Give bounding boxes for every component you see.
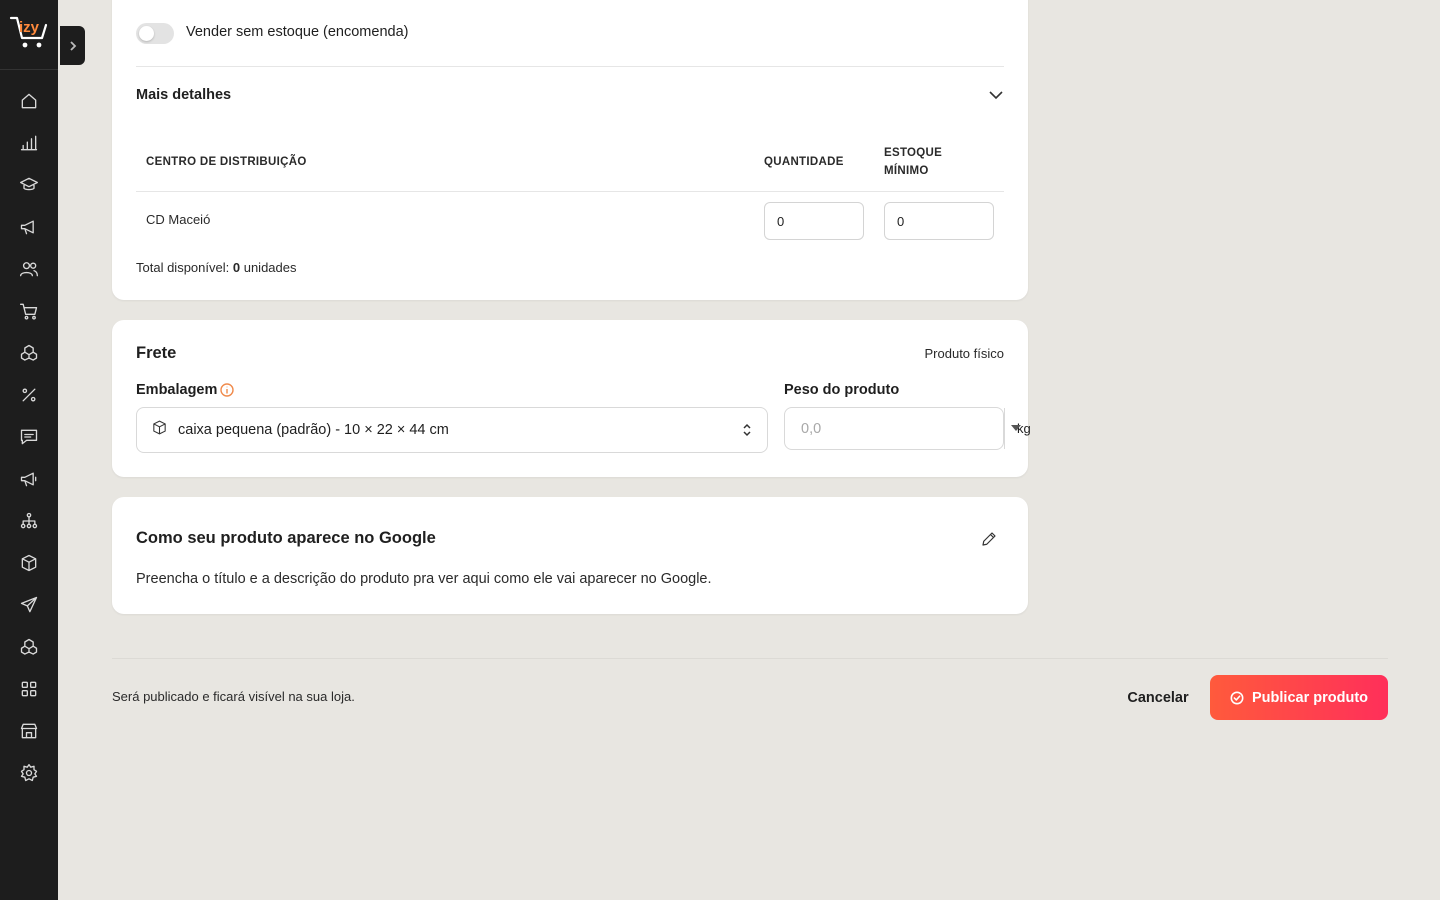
chevron-right-icon [69,40,76,51]
stock-card: Vender sem estoque (encomenda) Mais deta… [112,0,1028,300]
column-header-center: CENTRO DE DISTRIBUIÇÃO [146,156,307,168]
users-icon[interactable] [18,258,40,280]
quantity-input[interactable]: 0 [764,202,864,240]
sidebar-divider [0,69,58,70]
publish-button-label: Publicar produto [1252,689,1368,706]
total-label: Total disponível: [136,260,230,275]
divider [136,66,1004,67]
toggle-knob [139,26,154,41]
pencil-edit-icon[interactable] [980,530,998,548]
select-updown-icon [741,422,753,438]
weight-label: Peso do produto [784,382,900,398]
sell-without-stock-toggle[interactable] [136,23,174,44]
cancel-button[interactable]: Cancelar [1116,678,1200,718]
graduation-cap-icon[interactable] [18,174,40,196]
package-icon [151,419,168,441]
svg-text:izy: izy [19,19,40,36]
publish-button[interactable]: Publicar produto [1210,675,1388,720]
weight-unit-select[interactable]: kg [1004,408,1031,449]
packaging-value: caixa pequena (padrão) - 10 × 22 × 44 cm [178,422,449,438]
packaging-label: Embalagem [136,382,218,398]
distribution-center-name: CD Maceió [146,212,211,227]
boxes-icon[interactable] [18,342,40,364]
sidebar: izy [0,0,58,900]
cart-icon[interactable] [18,300,40,322]
weight-field-group: kg [784,407,1031,450]
caret-down-icon [1010,425,1021,431]
publish-note: Será publicado e ficará visível na sua l… [112,689,355,704]
message-icon[interactable] [18,426,40,448]
more-details-title[interactable]: Mais detalhes [136,87,231,103]
table-divider [136,191,1004,192]
percent-icon[interactable] [18,384,40,406]
megaphone-icon[interactable] [18,216,40,238]
min-stock-header-line2: MÍNIMO [884,165,929,177]
settings-icon[interactable] [18,762,40,784]
bar-chart-icon[interactable] [18,132,40,154]
check-circle-icon [1230,691,1244,704]
apps-grid-icon[interactable] [18,678,40,700]
google-preview-description: Preencha o título e a descrição do produ… [136,571,712,587]
shipping-title: Frete [136,344,177,362]
total-unit: unidades [243,260,297,275]
column-header-quantity: QUANTIDADE [764,156,844,168]
google-preview-title: Como seu produto aparece no Google [136,529,436,547]
column-header-min-stock: ESTOQUE MÍNIMO [884,144,942,180]
chevron-down-icon[interactable] [988,87,1004,103]
weight-input[interactable] [785,408,1004,449]
izy-logo[interactable]: izy [8,12,52,52]
min-stock-header-line1: ESTOQUE [884,147,943,159]
boxes-alt-icon[interactable] [18,636,40,658]
send-icon[interactable] [18,594,40,616]
total-available: Total disponível: 0 unidades [136,260,297,275]
total-value: 0 [232,260,241,275]
google-preview-card: Como seu produto aparece no Google Preen… [112,497,1028,614]
megaphone-alt-icon[interactable] [18,468,40,490]
product-type-label: Produto físico [924,346,1005,361]
packaging-select[interactable]: caixa pequena (padrão) - 10 × 22 × 44 cm [136,407,768,453]
min-stock-input[interactable]: 0 [884,202,994,240]
home-icon[interactable] [18,90,40,112]
store-icon[interactable] [18,720,40,742]
shipping-card: Frete Produto físico Embalagem caixa peq… [112,320,1031,477]
hierarchy-icon[interactable] [18,510,40,532]
footer-divider [112,658,1388,659]
sell-without-stock-label: Vender sem estoque (encomenda) [186,24,409,40]
package-icon[interactable] [18,552,40,574]
info-icon[interactable] [220,383,234,397]
sidebar-expand-button[interactable] [60,26,85,65]
